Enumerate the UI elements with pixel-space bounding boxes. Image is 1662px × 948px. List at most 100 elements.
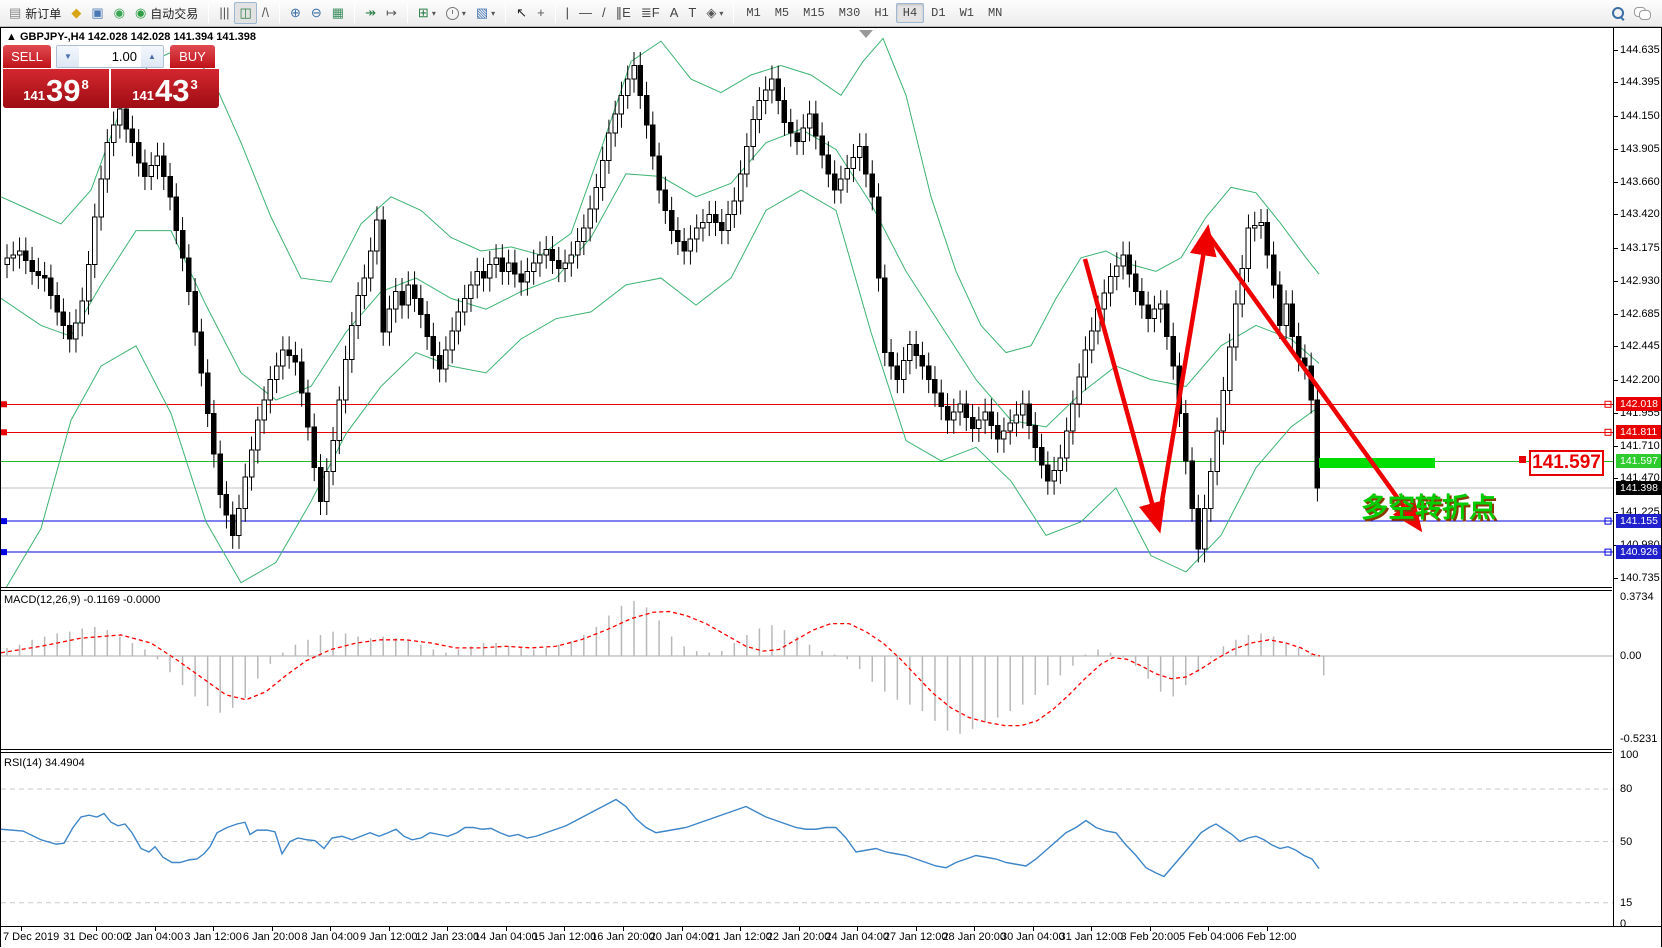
candle [1008, 409, 1013, 444]
clock-icon [446, 7, 459, 20]
time-tick-mark [506, 927, 507, 931]
symbol-ohlc-header: ▲ GBPJPY-,H4 142.028 142.028 141.394 141… [6, 31, 256, 43]
timeframe-button-mn[interactable]: MN [981, 3, 1009, 23]
candle [720, 209, 725, 244]
text-label-icon[interactable]: T [683, 2, 701, 24]
period-icon[interactable]: ▾ [441, 2, 471, 24]
time-label: 31 Jan 12:00 [1060, 931, 1124, 943]
signals-icon[interactable]: ◉ [109, 2, 130, 24]
buy-button[interactable]: BUY [170, 45, 215, 68]
annotation-text[interactable]: 多空转折点 [1361, 486, 1496, 525]
time-label: 3 Feb 20:00 [1121, 931, 1180, 943]
candle [926, 353, 931, 394]
price-tick-label: 142.200 [1620, 374, 1660, 386]
timeframe-button-d1[interactable]: D1 [924, 3, 952, 23]
trend-arrow[interactable] [1207, 233, 1417, 525]
auto-scroll-icon[interactable]: ↠ [360, 2, 381, 24]
volume-increase-button[interactable]: ▲ [141, 46, 163, 67]
horizontal-line-icon[interactable]: — [574, 2, 597, 24]
candle [1133, 260, 1138, 305]
volume-decrease-button[interactable]: ▼ [57, 46, 79, 67]
timeframe-button-h4[interactable]: H4 [896, 3, 924, 23]
candle [1252, 212, 1257, 242]
line-chart-icon[interactable]: /\ [257, 2, 274, 24]
price-axis[interactable]: 144.635144.395144.150143.905143.660143.4… [1613, 28, 1661, 926]
new-order-button[interactable]: ▤新订单 [4, 2, 66, 24]
volume-input[interactable]: 1.00 [79, 46, 141, 67]
candle [1121, 242, 1126, 280]
candle [1052, 457, 1057, 495]
trendline-icon[interactable]: / [597, 2, 611, 24]
rsi-panel[interactable] [1, 753, 1613, 926]
zoom-out-icon[interactable]: ⊖ [306, 2, 327, 24]
time-tick-mark [330, 927, 331, 931]
sell-price-button[interactable]: 141 39 8 [3, 69, 109, 108]
new-chart-icon[interactable]: ⊞▾ [413, 2, 441, 24]
horizontal-level-line[interactable] [1, 549, 1613, 555]
candle [1158, 290, 1163, 322]
profiles-icon[interactable]: ▣ [86, 2, 108, 24]
one-click-trade-panel: SELL ▼ 1.00 ▲ BUY 141 39 8 141 43 3 [3, 45, 220, 108]
price-tick-mark [1614, 214, 1618, 215]
text-icon[interactable]: A [665, 2, 684, 24]
chat-icon[interactable] [1634, 7, 1650, 19]
vertical-line-icon[interactable]: | [561, 2, 574, 24]
trend-arrow[interactable] [1085, 259, 1158, 525]
template-icon[interactable]: ▧▾ [471, 2, 500, 24]
search-icon[interactable] [1612, 7, 1624, 19]
time-tick-mark [272, 927, 273, 931]
candle [412, 271, 417, 312]
text-icon: A [670, 3, 679, 23]
trend-arrow[interactable] [1158, 233, 1207, 525]
timeframe-button-m30[interactable]: M30 [832, 3, 868, 23]
price-tick-mark [1614, 380, 1618, 381]
timeframe-button-h1[interactable]: H1 [867, 3, 895, 23]
chart-shift-icon[interactable]: ↦ [381, 2, 402, 24]
market-watch-icon[interactable]: ◆ [66, 2, 86, 24]
time-label: 3 Jan 12:00 [184, 931, 242, 943]
time-label: 16 Jan 20:00 [591, 931, 655, 943]
price-tick-mark [1614, 446, 1618, 447]
timeframe-button-m1[interactable]: M1 [739, 3, 767, 23]
candlestick-chart-icon[interactable]: ◫ [234, 2, 256, 24]
cursor-icon[interactable]: ↖ [511, 2, 532, 24]
chart-window[interactable]: ▲ GBPJPY-,H4 142.028 142.028 141.394 141… [0, 27, 1662, 947]
candle [218, 441, 223, 509]
sell-button[interactable]: SELL [3, 45, 51, 68]
price-tag-box[interactable]: 141.597 [1529, 450, 1604, 476]
candle [262, 386, 267, 433]
price-tag-handle[interactable] [1519, 456, 1526, 463]
candle [74, 309, 79, 352]
crosshair-icon: + [537, 3, 545, 23]
timeframe-button-m5[interactable]: M5 [768, 3, 796, 23]
tile-windows-icon: ▦ [332, 3, 344, 23]
zoom-in-icon[interactable]: ⊕ [285, 2, 306, 24]
candle [901, 347, 906, 393]
horizontal-level-line[interactable] [1, 429, 1613, 435]
candle [1071, 390, 1076, 444]
auto-trading-button[interactable]: ◉自动交易 [130, 2, 203, 24]
candle [55, 282, 60, 325]
bar-chart-icon[interactable]: ||| [214, 2, 234, 24]
time-axis[interactable]: 7 Dec 201931 Dec 00:002 Jan 04:003 Jan 1… [1, 926, 1661, 948]
candle [180, 217, 185, 271]
timeframe-button-w1[interactable]: W1 [953, 3, 981, 23]
crosshair-icon[interactable]: + [532, 2, 550, 24]
timeframe-button-m15[interactable]: M15 [796, 3, 832, 23]
candle [356, 282, 361, 339]
fibonacci-icon[interactable]: ≣F [636, 2, 665, 24]
candle [688, 225, 693, 264]
horizontal-level-line[interactable] [1, 401, 1613, 407]
candle [1064, 418, 1069, 472]
candle [908, 331, 913, 374]
candle [544, 236, 549, 268]
candle [1271, 242, 1276, 299]
candle [143, 149, 148, 190]
buy-price-button[interactable]: 141 43 3 [111, 69, 219, 108]
channel-icon[interactable]: ∥E [611, 2, 636, 24]
chart-shift-marker-icon[interactable] [859, 30, 873, 38]
tile-windows-icon[interactable]: ▦ [327, 2, 349, 24]
arrows-icon[interactable]: ◈▾ [701, 2, 728, 24]
macd-panel[interactable] [1, 591, 1613, 749]
rsi-axis-label: 100 [1620, 749, 1638, 761]
